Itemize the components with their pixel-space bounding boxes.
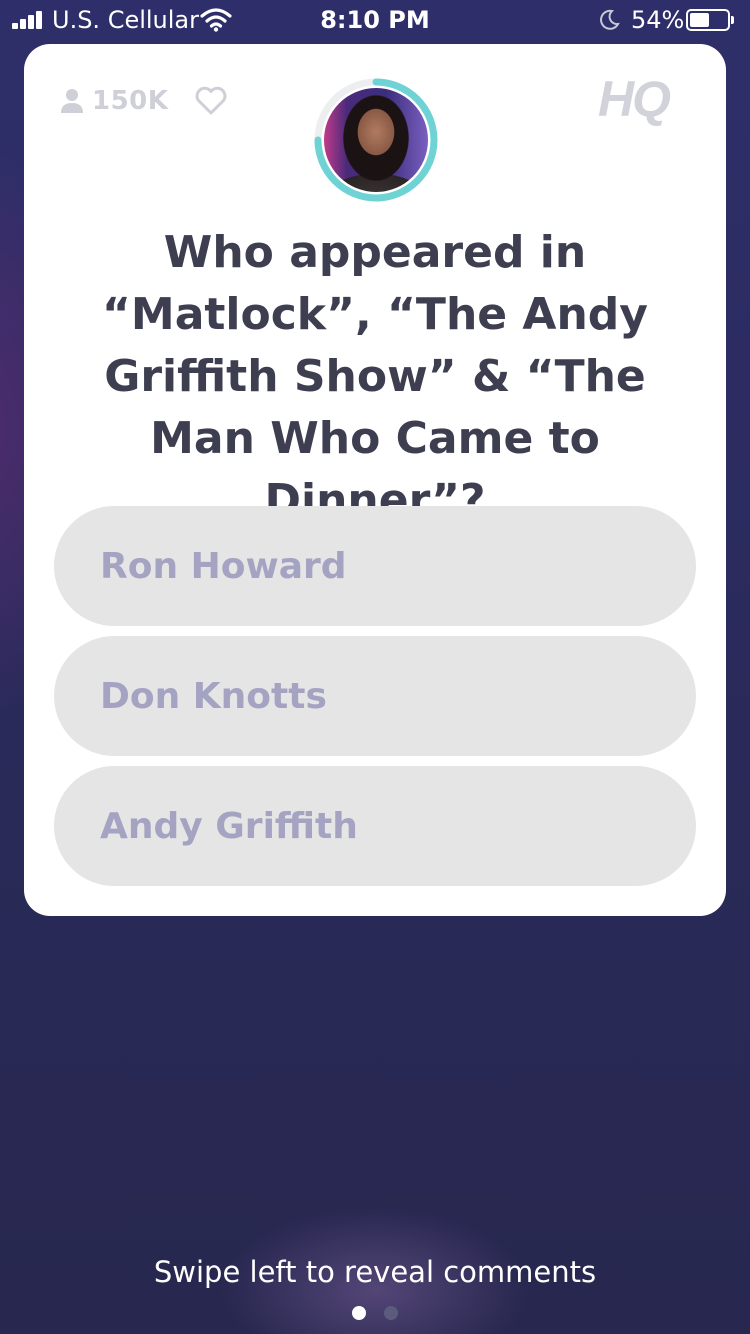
- viewer-count-label: 150K: [92, 86, 169, 116]
- hq-logo: HQ: [598, 71, 671, 127]
- question-text: Who appeared in “Matlock”, “The Andy Gri…: [101, 227, 648, 526]
- host-timer: [314, 78, 438, 202]
- page-dot[interactable]: [384, 1306, 398, 1320]
- page-dot-active[interactable]: [352, 1306, 366, 1320]
- answer-label: Andy Griffith: [100, 805, 358, 847]
- swipe-hint: Swipe left to reveal comments: [153, 1255, 597, 1289]
- battery-icon: [686, 9, 730, 31]
- battery-fill: [690, 13, 709, 27]
- answer-option-3[interactable]: Andy Griffith: [54, 766, 696, 886]
- answer-label: Don Knotts: [100, 675, 327, 717]
- heart-outline-icon[interactable]: [194, 86, 228, 116]
- status-bar: U.S. Cellular 8:10 PM 54%: [0, 0, 750, 40]
- host-avatar: [324, 88, 428, 192]
- viewer-count: 150K: [60, 84, 168, 118]
- moon-icon: [600, 9, 620, 30]
- answer-option-2[interactable]: Don Knotts: [54, 636, 696, 756]
- answer-option-1[interactable]: Ron Howard: [54, 506, 696, 626]
- battery-percent: 54%: [631, 6, 685, 34]
- battery-cap: [731, 16, 734, 24]
- person-icon: [61, 89, 83, 113]
- question-card: 150K HQ Who appeared in “Matlock”, “The …: [24, 44, 726, 916]
- answer-label: Ron Howard: [100, 545, 347, 587]
